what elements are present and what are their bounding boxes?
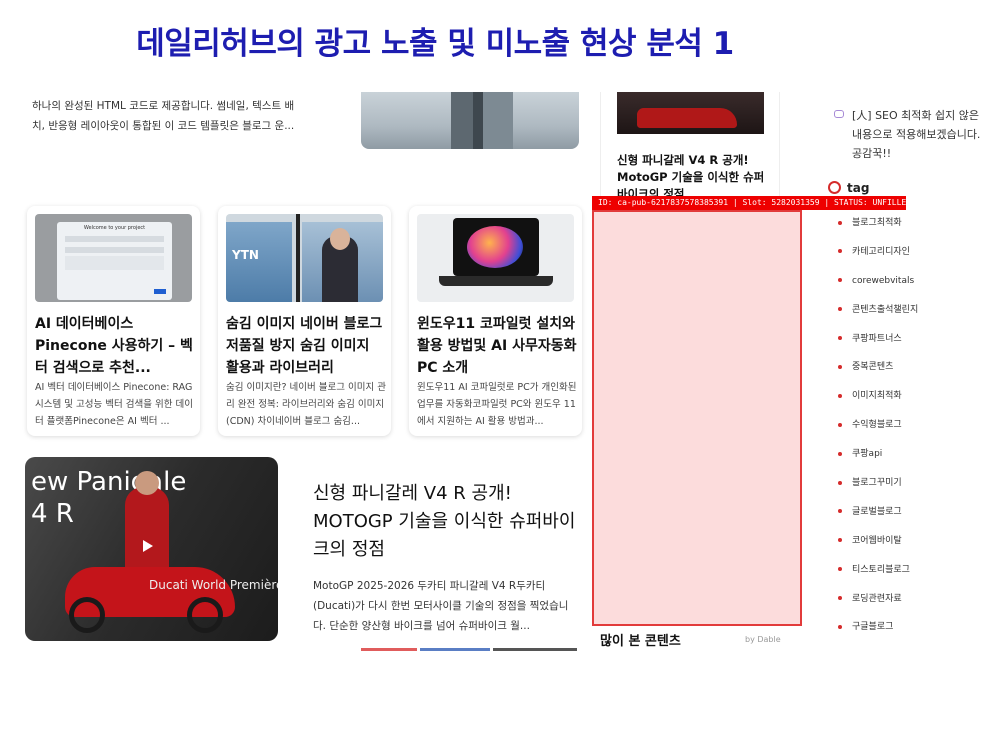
slide-title: 데일리허브의 광고 노출 및 미노출 현상 분석 1 [136, 26, 734, 62]
bullet-icon [838, 567, 842, 572]
card-description: 숨김 이미지란? 네이버 블로그 이미지 관리 완전 정복: 라이브러리와 숨김… [226, 382, 386, 427]
tag-item[interactable]: 티스토리블로그 [838, 561, 918, 590]
sidebar-comment: [人] SEO 최적화 쉽지 않은 내용으로 적용해보겠습니다. 공감꾹!! [834, 106, 986, 163]
panigale-subheading: 4 R [31, 499, 74, 529]
bullet-icon [838, 480, 842, 485]
tag-label: 구글블로그 [852, 622, 894, 633]
ytn-thumbnail: YTN [226, 214, 383, 302]
card-title: AI 데이터베이스 Pinecone 사용하기 – 벡터 검색으로 추천... [35, 316, 193, 376]
tag-label: 티스토리블로그 [852, 564, 910, 575]
bullet-icon [838, 393, 842, 398]
tag-item[interactable]: 쿠팡api [838, 445, 918, 474]
blog-page-screenshot: 하나의 완성된 HTML 코드로 제공합니다. 썸네일, 텍스트 배치, 반응형… [0, 92, 1000, 652]
tag-item[interactable]: 수익형블로그 [838, 416, 918, 445]
post-card-hidden-image[interactable]: YTN 숨김 이미지 네이버 블로그 저품질 방지 숨김 이미지 활용과 라이브… [218, 206, 391, 436]
play-icon[interactable] [143, 540, 153, 552]
bullet-icon [838, 538, 842, 543]
tag-heading-label: tag [847, 181, 870, 195]
tag-item[interactable]: 구글블로그 [838, 618, 918, 647]
divider [420, 648, 490, 651]
tag-item[interactable]: 로딩관련자료 [838, 590, 918, 619]
sidebar-comment-text: [人] SEO 최적화 쉽지 않은 내용으로 적용해보겠습니다. 공감꾹!! [852, 109, 981, 160]
top-post-card[interactable]: 신형 파니갈레 V4 R 공개! MotoGP 기술을 이식한 슈퍼바이크의 정… [600, 92, 780, 201]
bullet-icon [838, 364, 842, 369]
unfilled-ad-slot [592, 210, 802, 626]
bullet-icon [838, 422, 842, 427]
bullet-icon [838, 307, 842, 312]
tag-label: 코어웹바이탈 [852, 535, 902, 546]
bullet-icon [838, 451, 842, 456]
tag-item[interactable]: 쿠팡파트너스 [838, 330, 918, 359]
bullet-icon [838, 249, 842, 254]
bullet-icon [838, 220, 842, 225]
tag-item[interactable]: 블로그최적화 [838, 214, 918, 243]
card-description: 윈도우11 AI 코파일럿로 PC가 개인화된 업무를 자동화코파일럿 PC와 … [417, 382, 577, 427]
tag-item[interactable]: 콘텐츠출석챌린지 [838, 301, 918, 330]
post-card-copilot[interactable]: 윈도우11 코파일럿 설치와 활용 방법및 AI 사무자동화 PC 소개 윈도우… [409, 206, 582, 436]
panigale-video-thumbnail[interactable]: ew Panigale 4 R Ducati World Première [25, 457, 278, 641]
bullet-icon [838, 596, 842, 601]
tag-label: 이미지최적화 [852, 391, 902, 402]
bullet-icon [838, 278, 842, 283]
thumb-heading: Welcome to your project [83, 225, 146, 231]
divider [493, 648, 577, 651]
tag-label: 중복콘텐츠 [852, 362, 894, 373]
comment-icon [834, 110, 844, 118]
divider [361, 648, 417, 651]
ad-debug-label: ID: ca-pub-6217837578385391 | Slot: 5282… [592, 196, 906, 210]
tag-label: corewebvitals [852, 275, 915, 286]
feature-post-title[interactable]: 신형 파니갈레 V4 R 공개! MOTOGP 기술을 이식한 슈퍼바이크의 정… [313, 480, 583, 564]
bullet-icon [838, 624, 842, 629]
tag-list: 블로그최적화 카테고리디자인 corewebvitals 콘텐츠출석챌린지 쿠팡… [838, 214, 918, 647]
tag-item[interactable]: corewebvitals [838, 272, 918, 301]
motorcycle-thumbnail [617, 92, 764, 134]
popular-content-heading: 많이 본 콘텐츠 [600, 634, 681, 649]
tag-label: 블로그꾸미기 [852, 478, 902, 489]
tag-item[interactable]: 이미지최적화 [838, 387, 918, 416]
card-title: 윈도우11 코파일럿 설치와 활용 방법및 AI 사무자동화 PC 소개 [417, 316, 577, 376]
ytn-logo: YTN [232, 248, 259, 262]
post-snippet: 하나의 완성된 HTML 코드로 제공합니다. 썸네일, 텍스트 배치, 반응형… [32, 100, 295, 132]
tag-label: 수익형블로그 [852, 420, 902, 431]
bullet-icon [838, 509, 842, 514]
tag-item[interactable]: 코어웹바이탈 [838, 532, 918, 561]
tag-label: 글로벌블로그 [852, 506, 902, 517]
card-title: 숨김 이미지 네이버 블로그 저품질 방지 숨김 이미지 활용과 라이브러리 [226, 316, 383, 376]
tag-label: 블로그최적화 [852, 218, 902, 228]
laptop-thumbnail [417, 214, 574, 302]
tag-heading: tag [828, 181, 869, 195]
ring-icon [828, 181, 841, 194]
dable-label: by Dable [745, 635, 781, 644]
card-description: AI 벡터 데이터베이스 Pinecone: RAG 시스템 및 고성능 벡터 … [35, 382, 193, 427]
building-thumbnail[interactable] [361, 92, 579, 149]
tag-item[interactable]: 블로그꾸미기 [838, 474, 918, 503]
tag-label: 카테고리디자인 [852, 246, 910, 257]
tag-label: 로딩관련자료 [852, 593, 902, 604]
post-card-pinecone[interactable]: Welcome to your project AI 데이터베이스 Pineco… [27, 206, 200, 436]
tag-label: 쿠팡api [852, 449, 883, 460]
tag-item[interactable]: 글로벌블로그 [838, 503, 918, 532]
tag-label: 쿠팡파트너스 [852, 333, 902, 344]
tag-item[interactable]: 카테고리디자인 [838, 243, 918, 272]
feature-post-description: MotoGP 2025-2026 두카티 파니갈레 V4 R두카티(Ducati… [313, 580, 569, 632]
bullet-icon [838, 336, 842, 341]
tag-label: 콘텐츠출석챌린지 [852, 304, 919, 315]
tag-item[interactable]: 중복콘텐츠 [838, 358, 918, 387]
pinecone-thumbnail: Welcome to your project [35, 214, 192, 302]
video-caption: Ducati World Première [149, 578, 278, 592]
